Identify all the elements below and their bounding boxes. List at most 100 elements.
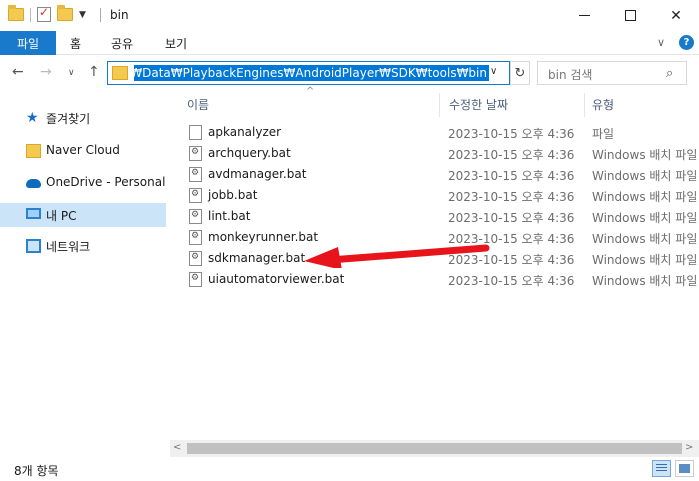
maximize-button[interactable]: [607, 0, 653, 31]
quick-access-toolbar: ▼: [8, 5, 86, 22]
nav-item-label: Naver Cloud: [46, 143, 120, 157]
file-type: Windows 배치 파일: [592, 169, 698, 183]
details-view-icon[interactable]: [652, 460, 671, 477]
tab-file[interactable]: 파일: [0, 31, 56, 55]
file-date: 2023-10-15 오후 4:36: [448, 211, 575, 225]
batch-file-icon: [189, 230, 202, 245]
file-name: lint.bat: [208, 209, 251, 223]
scrollbar-thumb[interactable]: [187, 443, 682, 454]
batch-file-icon: [189, 251, 202, 266]
list-item[interactable]: uiautomatorviewer.bat 2023-10-15 오후 4:36…: [170, 269, 699, 290]
help-icon[interactable]: ?: [679, 35, 694, 50]
address-path[interactable]: 1₩Editor₩Data₩PlaybackEngines₩AndroidPla…: [134, 65, 489, 81]
expand-ribbon-icon[interactable]: ∨: [657, 36, 665, 49]
ribbon-tabs: 파일 홈 공유 보기 ∨ ?: [0, 31, 699, 55]
file-type: Windows 배치 파일: [592, 211, 698, 225]
item-count: 8개 항목: [14, 464, 59, 478]
search-placeholder: bin 검색: [548, 68, 593, 82]
column-header-type[interactable]: 유형: [592, 96, 614, 118]
up-button[interactable]: ↑: [88, 64, 100, 80]
file-icon: [189, 125, 202, 140]
address-bar[interactable]: 1₩Editor₩Data₩PlaybackEngines₩AndroidPla…: [107, 61, 510, 85]
address-row: ← → ∨ ↑ 1₩Editor₩Data₩PlaybackEngines₩An…: [0, 55, 699, 93]
file-name: avdmanager.bat: [208, 167, 307, 181]
arrow-head: [304, 247, 342, 268]
file-type: Windows 배치 파일: [592, 190, 698, 204]
folder-icon: [8, 5, 24, 21]
column-header-name[interactable]: 이름: [187, 96, 209, 118]
close-button[interactable]: ✕: [653, 0, 699, 31]
recent-locations-icon[interactable]: ∨: [68, 68, 75, 78]
batch-file-icon: [189, 209, 202, 224]
file-date: 2023-10-15 오후 4:36: [448, 169, 575, 183]
horizontal-scrollbar[interactable]: < >: [170, 440, 699, 457]
tab-view[interactable]: 보기: [165, 31, 187, 55]
list-item[interactable]: jobb.bat 2023-10-15 오후 4:36 Windows 배치 파…: [170, 185, 699, 206]
nav-item-this-pc[interactable]: 내 PC: [0, 203, 166, 227]
column-header-date[interactable]: 수정한 날짜: [449, 96, 508, 118]
minimize-icon: [578, 15, 590, 16]
title-divider: [100, 8, 101, 22]
file-date: 2023-10-15 오후 4:36: [448, 127, 575, 141]
properties-icon[interactable]: [37, 5, 51, 22]
forward-button[interactable]: →: [40, 64, 52, 80]
refresh-icon: ↻: [514, 65, 526, 81]
file-name: archquery.bat: [208, 146, 291, 160]
nav-item-label: 즐겨찾기: [46, 112, 91, 126]
file-type: Windows 배치 파일: [592, 148, 698, 162]
column-divider[interactable]: [584, 93, 585, 117]
list-item[interactable]: archquery.bat 2023-10-15 오후 4:36 Windows…: [170, 143, 699, 164]
navigation-pane: ★ 즐겨찾기 Naver Cloud OneDrive - Personal 내…: [0, 93, 170, 455]
back-button[interactable]: ←: [12, 64, 24, 80]
minimize-button[interactable]: [561, 0, 607, 31]
nav-item-label: 내 PC: [46, 209, 77, 223]
file-name: apkanalyzer: [208, 125, 282, 139]
batch-file-icon: [189, 167, 202, 182]
folder-icon: [112, 66, 128, 80]
star-icon: ★: [26, 110, 39, 126]
large-icons-view-icon[interactable]: [675, 460, 694, 477]
nav-item-network[interactable]: 네트워크: [0, 234, 166, 258]
search-box[interactable]: bin 검색 ⌕: [537, 61, 687, 85]
address-path-text: 1₩Editor₩Data₩PlaybackEngines₩AndroidPla…: [134, 66, 487, 80]
title-bar: ▼ bin ✕: [0, 0, 699, 31]
scroll-right-icon[interactable]: >: [685, 442, 693, 453]
file-date: 2023-10-15 오후 4:36: [448, 190, 575, 204]
file-type: Windows 배치 파일: [592, 274, 698, 288]
list-item[interactable]: lint.bat 2023-10-15 오후 4:36 Windows 배치 파…: [170, 206, 699, 227]
sort-ascending-icon: ^: [306, 86, 315, 97]
toolbar-divider: [30, 7, 31, 22]
customize-dropdown-icon[interactable]: ▼: [79, 10, 86, 20]
search-icon[interactable]: ⌕: [666, 66, 673, 81]
new-folder-icon[interactable]: [57, 5, 73, 21]
scroll-left-icon[interactable]: <: [173, 442, 181, 453]
nav-item-quick-access[interactable]: ★ 즐겨찾기: [0, 106, 166, 130]
cloud-icon: [26, 179, 41, 188]
tab-home[interactable]: 홈: [70, 31, 81, 55]
network-icon: [26, 239, 41, 253]
address-dropdown-icon[interactable]: ∨: [490, 66, 497, 77]
list-item[interactable]: apkanalyzer 2023-10-15 오후 4:36 파일: [170, 122, 699, 143]
column-divider[interactable]: [439, 93, 440, 117]
file-name: uiautomatorviewer.bat: [208, 272, 345, 286]
nav-item-naver-cloud[interactable]: Naver Cloud: [0, 139, 166, 163]
file-list: ^ 이름 수정한 날짜 유형 apkanalyzer 2023-10-15 오후…: [170, 86, 699, 455]
file-type: Windows 배치 파일: [592, 232, 698, 246]
file-date: 2023-10-15 오후 4:36: [448, 148, 575, 162]
status-bar: 8개 항목: [0, 457, 699, 481]
annotation-arrow: [304, 244, 490, 268]
refresh-button[interactable]: ↻: [510, 61, 530, 85]
maximize-icon: [624, 10, 636, 21]
tab-share[interactable]: 공유: [111, 31, 133, 55]
file-name: jobb.bat: [208, 188, 258, 202]
window-title: bin: [110, 8, 129, 22]
list-item[interactable]: avdmanager.bat 2023-10-15 오후 4:36 Window…: [170, 164, 699, 185]
folder-icon: [26, 144, 41, 158]
nav-item-label: 네트워크: [46, 240, 91, 254]
file-type: Windows 배치 파일: [592, 253, 698, 267]
nav-item-onedrive[interactable]: OneDrive - Personal: [0, 171, 166, 195]
batch-file-icon: [189, 272, 202, 287]
nav-item-label: OneDrive - Personal: [46, 175, 166, 189]
file-name: sdkmanager.bat: [208, 251, 306, 265]
close-icon: ✕: [670, 7, 682, 24]
